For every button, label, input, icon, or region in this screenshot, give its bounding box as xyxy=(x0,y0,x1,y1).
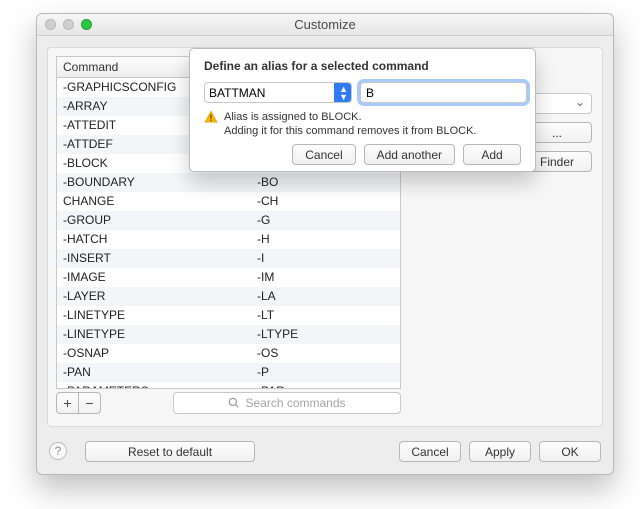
window-minimize-button[interactable] xyxy=(63,19,74,30)
table-row[interactable]: -PARAMETERS-PAR xyxy=(57,382,400,390)
cell-alias: -CH xyxy=(251,192,400,211)
cell-alias: -PAR xyxy=(251,382,400,390)
reset-button[interactable]: Reset to default xyxy=(85,441,255,462)
cell-alias: -P xyxy=(251,363,400,382)
popover-cancel-button[interactable]: Cancel xyxy=(292,144,355,165)
cell-command: -OSNAP xyxy=(57,344,251,363)
cell-alias: -IM xyxy=(251,268,400,287)
add-command-button[interactable]: + xyxy=(56,392,78,414)
cell-alias: -LT xyxy=(251,306,400,325)
apply-button[interactable]: Apply xyxy=(469,441,531,462)
cancel-button[interactable]: Cancel xyxy=(399,441,461,462)
popover-title: Define an alias for a selected command xyxy=(204,59,521,73)
table-row[interactable]: CHANGE-CH xyxy=(57,192,400,211)
window-close-button[interactable] xyxy=(45,19,56,30)
table-row[interactable]: -OSNAP-OS xyxy=(57,344,400,363)
search-input[interactable]: Search commands xyxy=(173,392,401,414)
cell-alias: -H xyxy=(251,230,400,249)
cell-alias: -G xyxy=(251,211,400,230)
help-button[interactable]: ? xyxy=(49,442,67,460)
ok-button[interactable]: OK xyxy=(539,441,601,462)
add-remove-group: + − xyxy=(56,392,101,414)
cell-command: -BOUNDARY xyxy=(57,173,251,192)
cell-command: -LINETYPE xyxy=(57,325,251,344)
table-row[interactable]: -LAYER-LA xyxy=(57,287,400,306)
cell-command: -GROUP xyxy=(57,211,251,230)
cell-command: -HATCH xyxy=(57,230,251,249)
cell-command: -PARAMETERS xyxy=(57,382,251,390)
warning-icon xyxy=(204,110,218,124)
footer-buttons: Reset to default Cancel Apply OK xyxy=(77,441,601,462)
titlebar: Customize xyxy=(37,14,613,36)
cell-command: -IMAGE xyxy=(57,268,251,287)
table-row[interactable]: -GROUP-G xyxy=(57,211,400,230)
search-placeholder: Search commands xyxy=(245,396,345,410)
customize-window: Customize Command -GRAPHICSCONFIG-ARRAY-… xyxy=(36,13,614,475)
cell-alias: -OS xyxy=(251,344,400,363)
cell-command: -PAN xyxy=(57,363,251,382)
command-select-wrap[interactable]: BATTMAN ▲▼ xyxy=(204,82,352,103)
cell-alias: -LTYPE xyxy=(251,325,400,344)
cell-command: -INSERT xyxy=(57,249,251,268)
popover-add-another-button[interactable]: Add another xyxy=(364,144,455,165)
chevron-updown-icon: ▲▼ xyxy=(339,85,348,101)
table-row[interactable]: -IMAGE-IM xyxy=(57,268,400,287)
table-row[interactable]: -LINETYPE-LTYPE xyxy=(57,325,400,344)
command-select: BATTMAN xyxy=(204,82,352,103)
table-row[interactable]: -HATCH-H xyxy=(57,230,400,249)
remove-command-button[interactable]: − xyxy=(78,392,101,414)
table-row[interactable]: -INSERT-I xyxy=(57,249,400,268)
cell-command: -LAYER xyxy=(57,287,251,306)
cell-command: -LINETYPE xyxy=(57,306,251,325)
window-title: Customize xyxy=(294,17,355,32)
cell-alias: -BO xyxy=(251,173,400,192)
alias-input[interactable] xyxy=(360,82,527,103)
table-row[interactable]: -BOUNDARY-BO xyxy=(57,173,400,192)
cell-alias: -LA xyxy=(251,287,400,306)
traffic-lights xyxy=(45,19,92,30)
table-row[interactable]: -PAN-P xyxy=(57,363,400,382)
search-icon xyxy=(228,397,240,409)
cell-alias: -I xyxy=(251,249,400,268)
cell-command: CHANGE xyxy=(57,192,251,211)
alias-popover: Define an alias for a selected command B… xyxy=(189,48,536,172)
window-zoom-button[interactable] xyxy=(81,19,92,30)
popover-add-button[interactable]: Add xyxy=(463,144,521,165)
table-row[interactable]: -LINETYPE-LT xyxy=(57,306,400,325)
warning-text: Alias is assigned to BLOCK. Adding it fo… xyxy=(224,110,476,138)
